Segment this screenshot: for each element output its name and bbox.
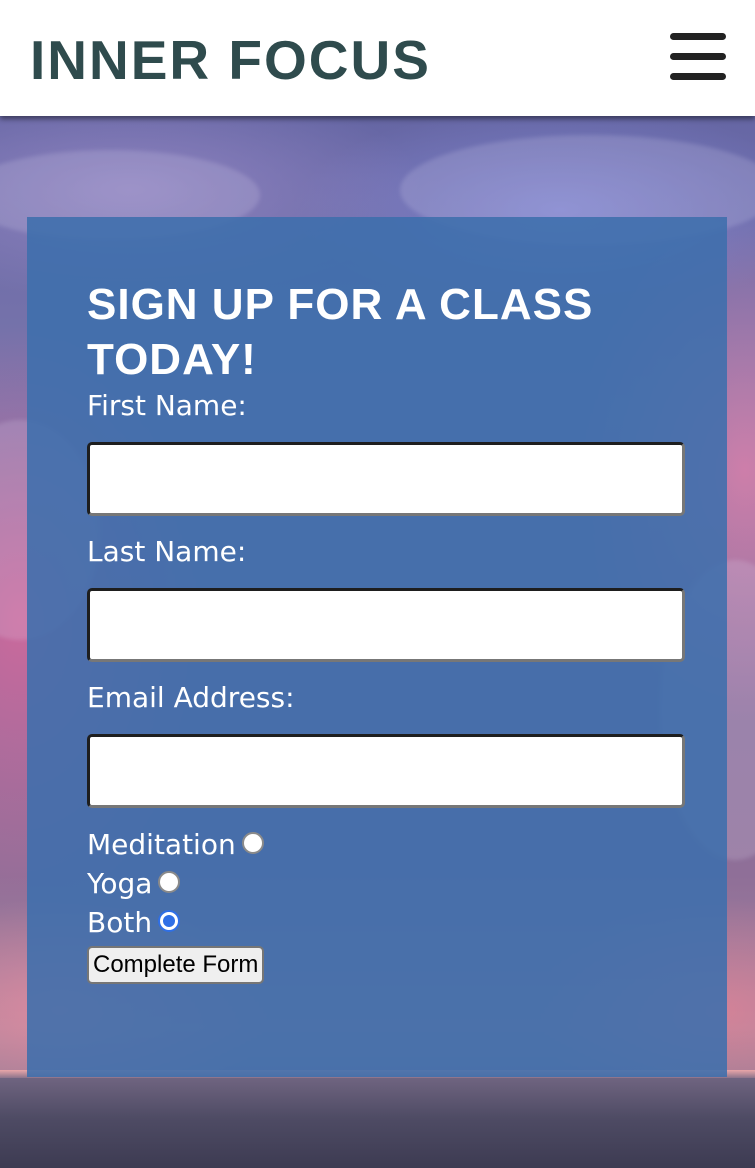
radio-option-both[interactable]: Both xyxy=(87,905,181,941)
site-header: INNER FOCUS xyxy=(0,0,755,116)
email-address-input[interactable] xyxy=(87,734,685,808)
signup-form-panel: SIGN UP FOR A CLASS TODAY! First Name: L… xyxy=(27,217,727,1077)
yoga-radio-button[interactable] xyxy=(158,871,181,893)
radio-option-meditation[interactable]: Meditation xyxy=(87,827,264,863)
radio-label: Meditation xyxy=(87,828,236,861)
sea-surface xyxy=(0,1078,755,1168)
hamburger-menu-icon[interactable] xyxy=(668,30,728,84)
meditation-radio-button[interactable] xyxy=(241,832,264,854)
form-title: SIGN UP FOR A CLASS TODAY! xyxy=(87,280,594,384)
radio-label: Both xyxy=(87,906,153,939)
first-name-input[interactable] xyxy=(87,442,685,516)
menu-bar xyxy=(670,73,726,80)
email-address-label: Email Address: xyxy=(87,681,295,714)
complete-form-button[interactable]: Complete Form xyxy=(87,946,265,984)
menu-bar xyxy=(670,53,726,60)
radio-label: Yoga xyxy=(87,867,153,900)
last-name-input[interactable] xyxy=(87,588,685,662)
menu-bar xyxy=(670,33,726,40)
site-logo-text[interactable]: INNER FOCUS xyxy=(30,28,431,92)
radio-option-yoga[interactable]: Yoga xyxy=(87,866,181,902)
both-radio-button[interactable] xyxy=(158,910,181,932)
first-name-label: First Name: xyxy=(87,389,247,422)
last-name-label: Last Name: xyxy=(87,535,247,568)
